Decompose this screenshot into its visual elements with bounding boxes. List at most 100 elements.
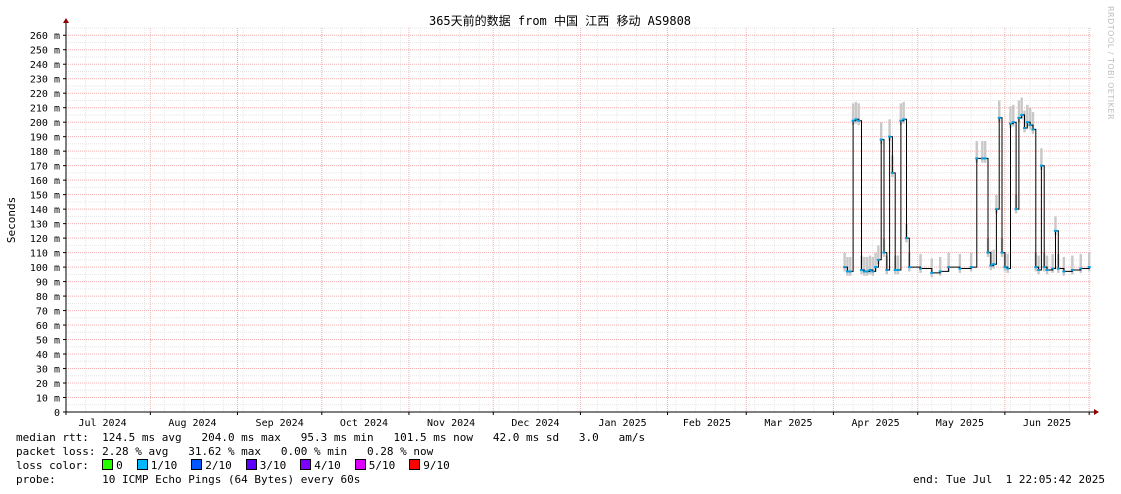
median-rtt-point bbox=[1006, 267, 1010, 270]
loss-color-list: 0 1/10 2/10 3/10 4/10 5/10 9/10 bbox=[102, 459, 464, 472]
loss-color-text: 4/10 bbox=[314, 459, 341, 472]
y-tick-label: 80 m bbox=[36, 292, 60, 303]
loss-color-text: 3/10 bbox=[259, 459, 287, 472]
x-tick-label: Aug 2024 bbox=[168, 418, 216, 429]
median-rtt-point bbox=[896, 268, 900, 271]
tick-label-layer: 0 10 m 20 m 30 m 40 m 50 m 60 m 70 m 80 m 90 m 100… bbox=[30, 31, 1071, 429]
loss-color-text: 2/10 bbox=[205, 459, 232, 472]
median-rtt-point bbox=[874, 266, 878, 269]
median-rtt-point bbox=[1079, 267, 1083, 270]
smoke-band bbox=[930, 258, 933, 278]
y-tick-label: 30 m bbox=[36, 365, 60, 376]
y-tick-label: 240 m bbox=[30, 60, 60, 71]
median-rtt-point bbox=[904, 237, 908, 240]
smoke-band bbox=[846, 256, 849, 276]
loss-color-legend: loss color: 0 1/10 2/10 3/10 4/10 5/10 9/10 bbox=[16, 459, 464, 473]
loss-stats-row: packet loss: 2.28 % avg 31.62 % max 0.00… bbox=[16, 445, 433, 459]
loss-color-text: 5/10 bbox=[368, 459, 396, 472]
median-rtt-point bbox=[860, 268, 864, 271]
smoke-band bbox=[865, 256, 869, 276]
probe-label: probe: bbox=[16, 473, 56, 486]
probe-row: probe: 10 ICMP Echo Pings (64 Bytes) eve… bbox=[16, 473, 360, 487]
smoke-band bbox=[1006, 254, 1009, 273]
y-tick-label: 10 m bbox=[36, 394, 60, 405]
median-rtt-point bbox=[989, 264, 993, 267]
loss-color-swatch bbox=[409, 459, 421, 470]
loss-color-item: 5/10 bbox=[354, 459, 396, 472]
smoke-band bbox=[958, 254, 962, 273]
smoke-band bbox=[849, 256, 852, 276]
y-tick-label: 0 bbox=[54, 408, 60, 419]
median-rtt-point bbox=[845, 270, 849, 273]
smoke-band bbox=[843, 252, 846, 272]
smoke-band bbox=[871, 256, 874, 276]
smoke-band bbox=[1037, 255, 1040, 275]
y-tick-label: 250 m bbox=[30, 46, 60, 57]
x-tick-label: Feb 2025 bbox=[683, 418, 731, 429]
y-tick-label: 110 m bbox=[30, 249, 60, 260]
loss-color-item: 3/10 bbox=[245, 459, 287, 472]
smoke-band bbox=[981, 141, 984, 163]
y-tick-label: 120 m bbox=[30, 234, 60, 245]
median-rtt-point bbox=[885, 268, 889, 271]
rtt-label: median rtt: bbox=[16, 431, 89, 444]
median-rtt-point bbox=[888, 135, 892, 138]
smoke-band bbox=[983, 141, 987, 163]
loss-color-label: loss color: bbox=[16, 459, 89, 472]
median-rtt-point bbox=[969, 266, 973, 269]
loss-color-item: 0 bbox=[102, 459, 123, 472]
median-rtt-point bbox=[843, 266, 847, 269]
end-timestamp: end: Tue Jul 1 22:05:42 2025 bbox=[912, 473, 1105, 486]
y-tick-label: 60 m bbox=[36, 321, 60, 332]
median-rtt-point bbox=[1025, 121, 1029, 124]
median-rtt-point bbox=[865, 270, 869, 273]
smoke-band bbox=[1062, 256, 1066, 276]
x-tick-label: Nov 2024 bbox=[427, 418, 475, 429]
median-rtt-point bbox=[1062, 270, 1066, 273]
median-rtt-point bbox=[1042, 266, 1046, 269]
y-tick-label: 40 m bbox=[36, 350, 60, 361]
median-rtt-point bbox=[980, 157, 984, 160]
rrdtool-watermark: RRDTOOL / TOBI OETIKER bbox=[1106, 6, 1115, 121]
loss-color-swatch bbox=[102, 459, 114, 470]
x-tick-label: Mar 2025 bbox=[764, 418, 812, 429]
median-rtt-point bbox=[857, 119, 861, 122]
median-rtt-point bbox=[882, 251, 886, 254]
loss-color-item: 1/10 bbox=[136, 459, 178, 472]
y-tick-label: 200 m bbox=[30, 118, 60, 129]
median-rtt-point bbox=[1017, 116, 1021, 119]
ping-chart: 0 10 m 20 m 30 m 40 m 50 m 60 m 70 m 80 m 90 m 100… bbox=[5, 13, 1099, 429]
median-rtt-point bbox=[1008, 122, 1012, 125]
median-rtt-point bbox=[893, 268, 897, 271]
y-tick-label: 20 m bbox=[36, 379, 60, 390]
median-rtt-point bbox=[1028, 124, 1032, 127]
y-tick-label: 220 m bbox=[30, 89, 60, 100]
median-rtt-point bbox=[1045, 268, 1049, 271]
median-rtt-point bbox=[1056, 267, 1060, 270]
median-rtt-point bbox=[879, 138, 883, 141]
median-rtt-point bbox=[930, 271, 934, 274]
median-rtt-point bbox=[1000, 251, 1004, 254]
y-tick-label: 130 m bbox=[30, 220, 60, 231]
median-rtt-point bbox=[890, 171, 894, 174]
y-axis-label: Seconds bbox=[5, 197, 18, 243]
smoke-band bbox=[919, 254, 922, 273]
x-tick-label: Apr 2025 bbox=[851, 418, 899, 429]
loss-color-text: 1/10 bbox=[150, 459, 178, 472]
loss-color-text: 0 bbox=[116, 459, 123, 472]
y-tick-label: 230 m bbox=[30, 75, 60, 86]
y-tick-label: 50 m bbox=[36, 336, 60, 347]
loss-label: packet loss: bbox=[16, 445, 96, 458]
median-rtt-point bbox=[851, 119, 855, 122]
median-rtt-point bbox=[876, 258, 880, 261]
loss-values: 2.28 % avg 31.62 % max 0.00 % min 0.28 %… bbox=[102, 445, 434, 458]
median-rtt-point bbox=[902, 118, 906, 121]
median-rtt-point bbox=[1039, 164, 1043, 167]
chart-title: 365天前的数据 from 中国 江西 移动 AS9808 bbox=[429, 13, 691, 28]
x-axis-arrow bbox=[1094, 409, 1099, 415]
median-rtt-point bbox=[938, 270, 942, 273]
y-tick-label: 90 m bbox=[36, 278, 60, 289]
y-tick-label: 150 m bbox=[30, 191, 60, 202]
median-rtt-point bbox=[862, 270, 866, 273]
y-tick-label: 190 m bbox=[30, 133, 60, 144]
